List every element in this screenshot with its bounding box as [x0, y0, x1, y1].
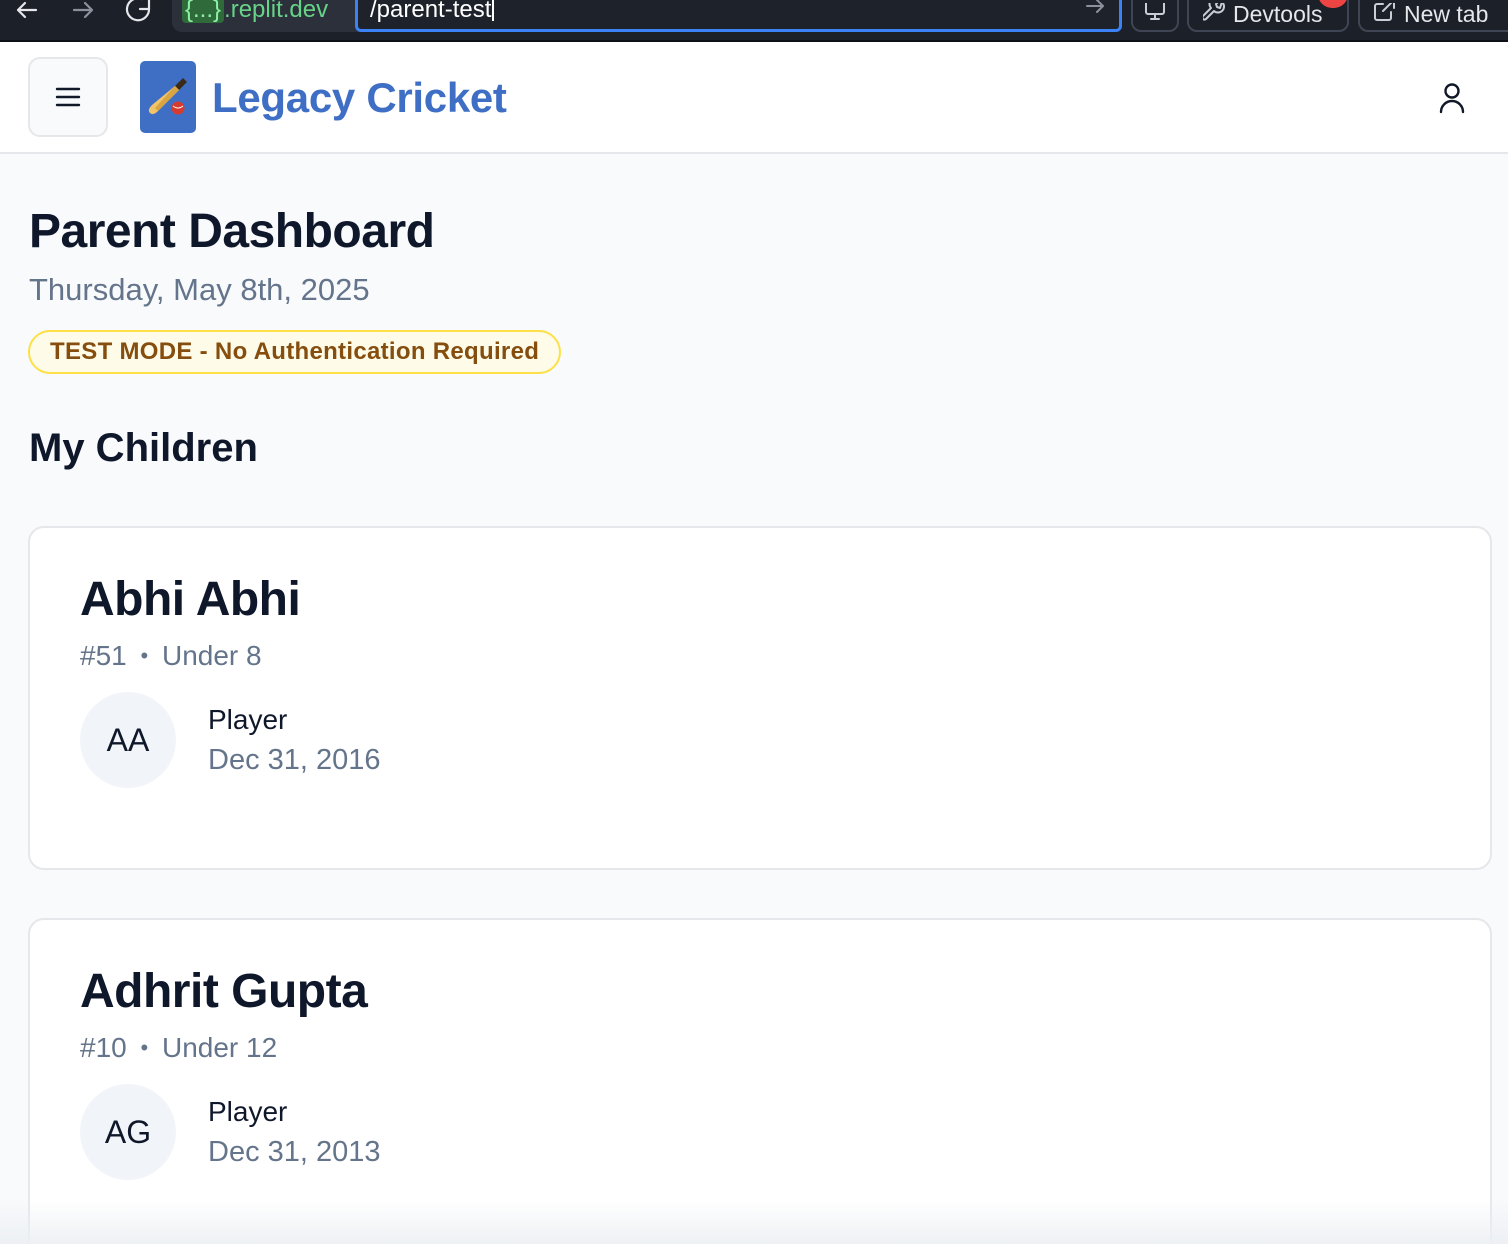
brand-logo[interactable] [140, 61, 196, 133]
child-date-of-birth: Dec 31, 2013 [208, 1136, 381, 1168]
url-domain-suffix: .replit.dev [224, 0, 329, 23]
page-title: Parent Dashboard [29, 205, 435, 258]
child-role: Player [208, 1096, 288, 1127]
reload-icon [125, 0, 151, 22]
child-meta: #10 • Under 12 [80, 1032, 277, 1064]
forward-button[interactable] [68, 0, 98, 24]
app-header: Legacy Cricket [0, 42, 1508, 154]
new-tab-label: New tab [1404, 0, 1489, 27]
user-profile-button[interactable] [1428, 78, 1476, 118]
monitor-icon [1145, 3, 1165, 20]
child-name: Abhi Abhi [80, 573, 301, 626]
child-date-of-birth: Dec 31, 2016 [208, 744, 381, 776]
meta-separator: • [140, 643, 149, 668]
hamburger-menu-icon [55, 87, 81, 107]
meta-separator: • [140, 1035, 149, 1060]
wrench-icon [1203, 3, 1225, 21]
device-preview-button[interactable] [1131, 0, 1179, 32]
child-name: Adhrit Gupta [80, 965, 368, 1018]
url-domain: {...} .replit.dev [182, 0, 328, 24]
current-date: Thursday, May 8th, 2025 [29, 272, 370, 307]
child-meta: #51 • Under 8 [80, 640, 262, 672]
url-domain-prefix: {...} [182, 0, 225, 23]
jersey-number: #51 [80, 640, 127, 671]
age-group: Under 12 [161, 1032, 278, 1063]
arrow-right-icon [1086, 0, 1104, 13]
section-title-my-children: My Children [29, 426, 258, 470]
devtools-label: Devtools [1233, 0, 1323, 27]
menu-button[interactable] [28, 57, 108, 137]
external-link-icon [1374, 3, 1395, 21]
brand-name[interactable]: Legacy Cricket [212, 74, 507, 122]
child-role: Player [208, 704, 288, 735]
test-mode-badge: TEST MODE - No Authentication Required [28, 330, 562, 374]
age-group: Under 8 [161, 640, 262, 671]
avatar: AA [80, 692, 176, 788]
new-tab-button[interactable]: New tab [1358, 0, 1508, 32]
go-button[interactable] [1084, 0, 1108, 23]
child-card[interactable]: Adhrit Gupta #10 • Under 12 AG Player De… [28, 918, 1492, 1244]
text-caret [492, 0, 495, 21]
url-path-value: /parent-test [370, 0, 492, 23]
cricket-bat-ball-icon [148, 78, 187, 115]
arrow-right-icon [72, 1, 94, 19]
avatar: AG [80, 1084, 176, 1180]
child-card[interactable]: Abhi Abhi #51 • Under 8 AA Player Dec 31… [28, 526, 1492, 870]
user-icon [1439, 83, 1465, 114]
back-button[interactable] [12, 0, 42, 24]
url-path-text: /parent-test [370, 0, 495, 24]
jersey-number: #10 [80, 1032, 127, 1063]
arrow-left-icon [16, 1, 38, 19]
browser-toolbar: {...} .replit.dev /parent-test Devtools N… [0, 0, 1508, 42]
reload-button[interactable] [124, 0, 154, 24]
